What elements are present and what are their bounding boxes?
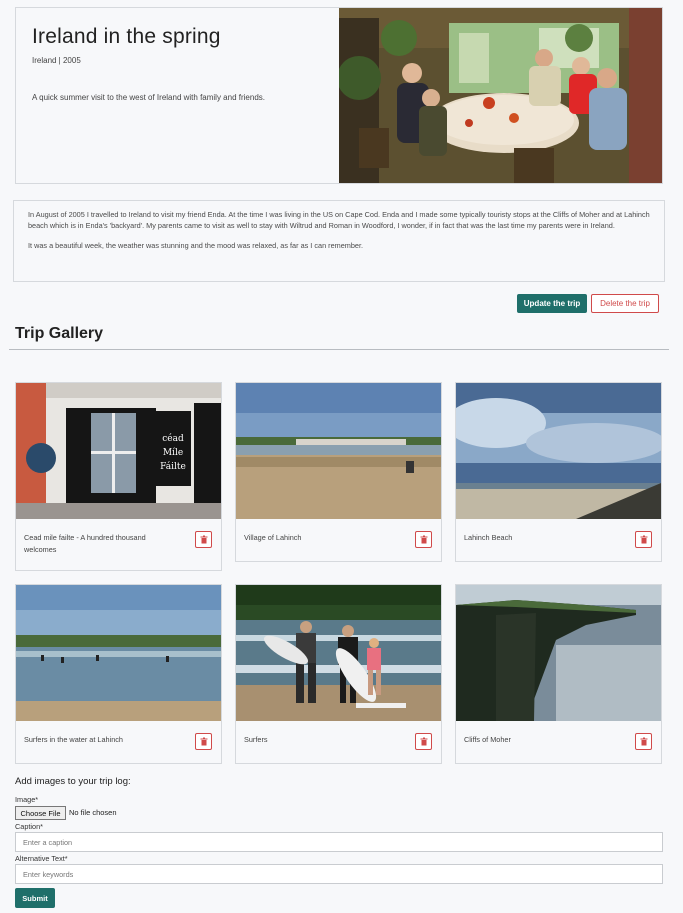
trip-title: Ireland in the spring: [32, 25, 221, 48]
alt-text-input[interactable]: [15, 864, 663, 884]
gallery-image: céad Míle Fáilte: [16, 383, 221, 519]
delete-trip-button[interactable]: Delete the trip: [591, 294, 659, 313]
trash-icon: [200, 737, 207, 746]
delete-image-button[interactable]: [635, 531, 652, 548]
gallery-card: Cliffs of Moher: [455, 584, 662, 764]
gallery-card: Surfers in the water at Lahinch: [15, 584, 222, 764]
trip-summary: A quick summer visit to the west of Irel…: [32, 93, 265, 102]
gallery-card: Lahinch Beach: [455, 382, 662, 562]
trip-cover-image: [339, 8, 662, 183]
gallery-image: [456, 383, 661, 519]
svg-text:céad: céad: [162, 433, 184, 444]
gallery-divider: [9, 349, 669, 350]
submit-button[interactable]: Submit: [15, 888, 55, 908]
gallery-image: [16, 585, 221, 721]
trash-icon: [200, 535, 207, 544]
trash-icon: [640, 737, 647, 746]
gallery-image: [236, 585, 441, 721]
choose-file-button[interactable]: Choose File: [15, 806, 66, 820]
gallery-caption: Lahinch Beach: [464, 533, 513, 542]
gallery-image: [236, 383, 441, 519]
gallery-caption: Surfers: [244, 735, 268, 744]
update-trip-button[interactable]: Update the trip: [517, 294, 587, 313]
trash-icon: [420, 737, 427, 746]
trip-meta: Ireland | 2005: [32, 56, 81, 65]
delete-image-button[interactable]: [415, 733, 432, 750]
svg-text:Fáilte: Fáilte: [160, 461, 186, 472]
trash-icon: [420, 535, 427, 544]
gallery-card: céad Míle Fáilte Cead mile failte - A hu…: [15, 382, 222, 571]
delete-image-button[interactable]: [195, 531, 212, 548]
alt-text-field-label: Alternative Text*: [15, 854, 68, 863]
delete-image-button[interactable]: [415, 531, 432, 548]
story-paragraph: In August of 2005 I travelled to Ireland…: [28, 210, 650, 230]
story-paragraph: It was a beautiful week, the weather was…: [28, 241, 364, 250]
gallery-title: Trip Gallery: [15, 325, 104, 342]
caption-input[interactable]: [15, 832, 663, 852]
trash-icon: [640, 535, 647, 544]
svg-text:Míle: Míle: [163, 447, 183, 458]
trip-story: In August of 2005 I travelled to Ireland…: [13, 200, 665, 282]
gallery-caption: Surfers in the water at Lahinch: [24, 735, 123, 744]
gallery-caption: Village of Lahinch: [244, 533, 302, 542]
delete-image-button[interactable]: [635, 733, 652, 750]
gallery-card: Village of Lahinch: [235, 382, 442, 562]
gallery-card: Surfers: [235, 584, 442, 764]
gallery-image: [456, 585, 661, 721]
image-field-label: Image*: [15, 795, 39, 804]
caption-field-label: Caption*: [15, 822, 43, 831]
delete-image-button[interactable]: [195, 733, 212, 750]
gallery-caption: Cead mile failte - A hundred thousand we…: [24, 533, 146, 554]
file-status-text: No file chosen: [69, 808, 117, 817]
trip-header-text: Ireland in the spring Ireland | 2005 A q…: [16, 8, 339, 183]
trip-header-card: Ireland in the spring Ireland | 2005 A q…: [15, 7, 663, 184]
add-image-form-title: Add images to your trip log:: [15, 776, 131, 787]
gallery-caption: Cliffs of Moher: [464, 735, 511, 744]
